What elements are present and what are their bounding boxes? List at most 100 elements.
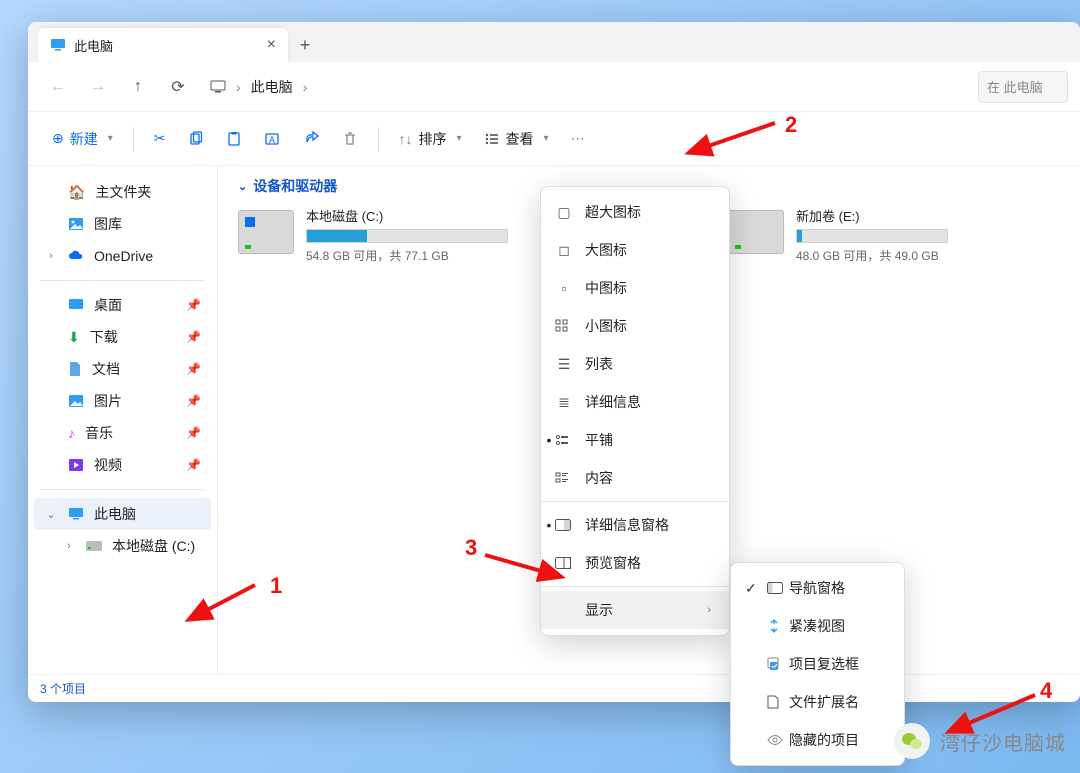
up-button[interactable]: ↑	[120, 69, 156, 105]
tiles-icon	[555, 433, 573, 447]
sidebar-item-label: 本地磁盘 (C:)	[112, 536, 195, 556]
video-icon	[68, 458, 84, 472]
menu-item-medium-icons[interactable]: ▫ 中图标	[541, 269, 729, 307]
sidebar-item-this-pc[interactable]: ⌄ 此电脑	[34, 498, 211, 530]
chevron-down-icon[interactable]: ⌄	[44, 508, 58, 521]
menu-item-label: 导航窗格	[775, 578, 845, 598]
annotation-4: 4	[1040, 678, 1052, 704]
drive-item[interactable]: 本地磁盘 (C:) 54.8 GB 可用，共 77.1 GB	[238, 206, 508, 264]
pin-icon[interactable]: 📌	[186, 362, 201, 376]
eye-icon	[767, 734, 785, 746]
download-icon: ⬇	[68, 329, 80, 346]
menu-item-xlarge-icons[interactable]: ▢ 超大图标	[541, 193, 729, 231]
menu-item-label: 大图标	[585, 240, 627, 260]
sort-label: 排序	[419, 129, 447, 149]
new-button[interactable]: ⊕ 新建 ▾	[44, 121, 121, 157]
menu-item-content[interactable]: 内容	[541, 459, 729, 497]
breadcrumb[interactable]: › 此电脑 ›	[210, 77, 307, 97]
cut-button[interactable]: ✂	[146, 121, 174, 157]
sort-button[interactable]: ↑↓ 排序 ▾	[391, 121, 470, 157]
pin-icon[interactable]: 📌	[186, 426, 201, 440]
menu-item-nav-pane[interactable]: ✓ 导航窗格	[731, 569, 904, 607]
monitor-icon	[68, 506, 84, 522]
sidebar-item-documents[interactable]: 文档 📌	[34, 353, 211, 385]
radio-dot-icon: •	[545, 432, 553, 448]
menu-item-list[interactable]: ☰ 列表	[541, 345, 729, 383]
sidebar-item-music[interactable]: ♪ 音乐 📌	[34, 417, 211, 449]
share-icon	[304, 131, 320, 147]
menu-item-details[interactable]: ≣ 详细信息	[541, 383, 729, 421]
details-pane-icon	[555, 519, 573, 531]
menu-item-label: 超大图标	[585, 202, 641, 222]
paste-button[interactable]	[218, 121, 250, 157]
menu-item-large-icons[interactable]: ◻ 大图标	[541, 231, 729, 269]
close-tab-icon[interactable]: ×	[267, 37, 276, 53]
menu-item-hidden[interactable]: 隐藏的项目	[731, 721, 904, 759]
watermark: 湾仔沙电脑城	[894, 723, 1066, 759]
pin-icon[interactable]: 📌	[186, 394, 201, 408]
chevron-right-icon[interactable]: ›	[62, 540, 76, 552]
toolbar: ⊕ 新建 ▾ ✂ A ↑↓ 排序 ▾ 查看 ▾	[28, 112, 1080, 166]
menu-item-compact[interactable]: 紧凑视图	[731, 607, 904, 645]
rename-button[interactable]: A	[256, 121, 290, 157]
sidebar-item-drive-c[interactable]: › 本地磁盘 (C:)	[34, 530, 211, 562]
drive-item[interactable]: 新加卷 (E:) 48.0 GB 可用，共 49.0 GB	[728, 206, 948, 264]
forward-button[interactable]: →	[80, 69, 116, 105]
menu-item-label: 平铺	[585, 430, 613, 450]
drive-free-text: 54.8 GB 可用，共 77.1 GB	[306, 247, 508, 264]
divider	[378, 127, 379, 151]
more-button[interactable]: ⋯	[563, 121, 593, 157]
pin-icon[interactable]: 📌	[186, 458, 201, 472]
refresh-button[interactable]: ⟳	[160, 69, 196, 105]
chevron-right-icon: ›	[303, 79, 308, 95]
chevron-right-icon[interactable]: ›	[44, 250, 58, 262]
sidebar-item-home[interactable]: 🏠 主文件夹	[34, 176, 211, 208]
tab-bar: 此电脑 × +	[28, 22, 1080, 62]
breadcrumb-location[interactable]: 此电脑	[251, 77, 293, 97]
delete-button[interactable]	[334, 121, 366, 157]
menu-item-show[interactable]: 显示 ›	[541, 591, 729, 629]
details-icon: ≣	[555, 394, 573, 411]
pin-icon[interactable]: 📌	[186, 330, 201, 344]
menu-item-extensions[interactable]: 文件扩展名	[731, 683, 904, 721]
nav-pane-icon	[767, 582, 785, 594]
sidebar-item-videos[interactable]: 视频 📌	[34, 449, 211, 481]
search-input[interactable]: 在 此电脑	[978, 71, 1068, 103]
sidebar-item-label: 音乐	[85, 423, 113, 443]
xlarge-icons-icon: ▢	[555, 204, 573, 221]
menu-item-tiles[interactable]: • 平铺	[541, 421, 729, 459]
checkbox-icon	[767, 657, 785, 671]
sidebar-item-downloads[interactable]: ⬇ 下载 📌	[34, 321, 211, 353]
status-item-count: 3 个项目	[40, 680, 86, 697]
chevron-right-icon: ›	[677, 604, 711, 616]
sidebar-item-label: 此电脑	[94, 504, 136, 524]
menu-item-label: 预览窗格	[585, 553, 641, 573]
trash-icon	[342, 131, 358, 147]
share-button[interactable]	[296, 121, 328, 157]
menu-item-details-pane[interactable]: • 详细信息窗格	[541, 506, 729, 544]
cloud-icon	[68, 248, 84, 264]
menu-item-checkboxes[interactable]: 项目复选框	[731, 645, 904, 683]
sidebar-item-gallery[interactable]: 图库	[34, 208, 211, 240]
chevron-down-icon: ▾	[108, 133, 113, 144]
show-submenu: ✓ 导航窗格 紧凑视图 项目复选框 文件扩展名 隐藏的项目	[730, 562, 905, 766]
menu-item-label: 中图标	[585, 278, 627, 298]
sidebar-item-label: 文档	[92, 359, 120, 379]
drive-icon	[238, 210, 294, 254]
chevron-down-icon: ▾	[544, 133, 549, 144]
sidebar-item-label: 桌面	[94, 295, 122, 315]
menu-item-small-icons[interactable]: 小图标	[541, 307, 729, 345]
annotation-2: 2	[785, 112, 797, 138]
medium-icons-icon: ▫	[555, 280, 573, 296]
status-bar: 3 个项目	[28, 674, 1080, 702]
sidebar-item-onedrive[interactable]: › OneDrive	[34, 240, 211, 272]
view-button[interactable]: 查看 ▾	[476, 121, 557, 157]
pin-icon[interactable]: 📌	[186, 298, 201, 312]
new-tab-button[interactable]: +	[288, 28, 322, 62]
back-button[interactable]: ←	[40, 69, 76, 105]
tab-this-pc[interactable]: 此电脑 ×	[38, 28, 288, 62]
sidebar-item-desktop[interactable]: 桌面 📌	[34, 289, 211, 321]
sidebar-item-pictures[interactable]: 图片 📌	[34, 385, 211, 417]
check-icon: ✓	[745, 580, 757, 597]
copy-button[interactable]	[180, 121, 212, 157]
